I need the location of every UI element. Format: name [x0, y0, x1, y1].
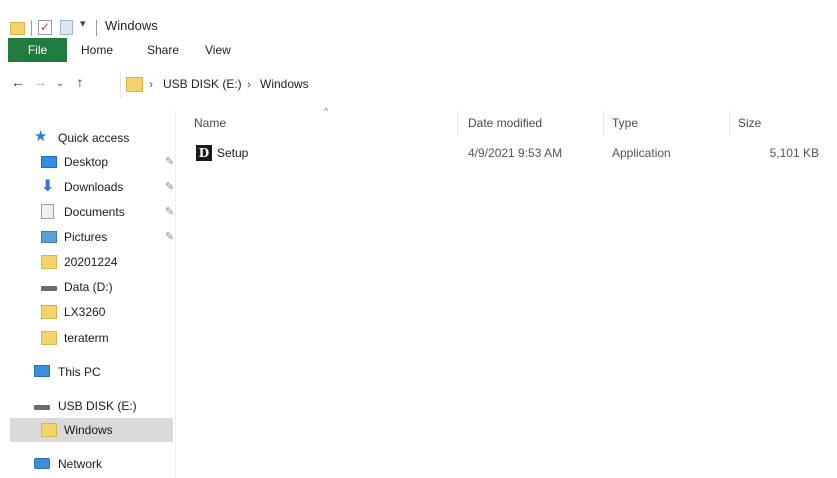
file-type: Application — [612, 146, 671, 160]
nav-item-teraterm[interactable]: teraterm — [10, 326, 173, 350]
toolbar-separator — [96, 20, 97, 36]
recent-locations-chevron-icon[interactable]: ⌄ — [50, 78, 70, 89]
desktop-icon — [41, 156, 57, 168]
nav-item-label: This PC — [58, 365, 101, 379]
nav-item-label: Downloads — [64, 180, 124, 194]
forward-arrow-icon[interactable]: → — [30, 74, 50, 90]
pin-icon: ✎ — [165, 156, 175, 168]
folder-icon — [41, 305, 57, 319]
nav-item-lx3260[interactable]: LX3260 — [10, 300, 173, 324]
nav-item-label: Windows — [64, 423, 113, 437]
breadcrumb-separator[interactable]: › — [247, 77, 251, 91]
properties-checkmark-icon[interactable]: ✓ — [38, 20, 52, 35]
new-document-icon[interactable] — [60, 20, 73, 35]
tab-view[interactable]: View — [193, 38, 243, 62]
nav-item-label: LX3260 — [64, 305, 106, 319]
nav-item-windows[interactable]: Windows — [10, 418, 173, 442]
customize-quick-access-dropdown[interactable]: ▾ — [80, 17, 86, 33]
network-icon — [34, 458, 50, 469]
file-row-setup[interactable]: D Setup 4/9/2021 9:53 AM Application 5,1… — [186, 142, 826, 164]
nav-item-this-pc[interactable]: This PC — [10, 360, 173, 384]
breadcrumb-windows[interactable]: Windows — [260, 77, 309, 91]
nav-item-documents[interactable]: Documents ✎ — [10, 200, 175, 224]
column-header-type[interactable]: Type — [604, 110, 730, 136]
column-header-name[interactable]: Name — [186, 110, 458, 136]
breadcrumb-usb-disk[interactable]: USB DISK (E:) — [163, 77, 242, 91]
address-row: ← → ⌄ ↑ › USB DISK (E:) › Windows — [0, 70, 837, 100]
nav-item-label: Desktop — [64, 155, 109, 169]
computer-icon — [34, 365, 50, 377]
application-icon: D — [196, 145, 212, 161]
breadcrumb-separator[interactable]: › — [149, 77, 153, 91]
nav-item-label: Network — [58, 457, 103, 471]
title-bar: ✓ ▾ Windows — [0, 0, 837, 36]
ribbon-tabs: File Home Share View — [0, 38, 837, 62]
nav-item-label: 20201224 — [64, 255, 118, 269]
pictures-icon — [41, 231, 57, 243]
file-list: ^ Name Date modified Type Size D Setup 4… — [176, 104, 837, 478]
nav-item-desktop[interactable]: Desktop ✎ — [10, 150, 175, 174]
documents-icon — [41, 204, 54, 219]
pin-icon: ✎ — [165, 231, 175, 243]
pin-icon: ✎ — [165, 181, 175, 193]
nav-item-label: USB DISK (E:) — [58, 399, 137, 413]
drive-icon — [41, 286, 57, 291]
pin-icon: ✎ — [165, 206, 175, 218]
file-name: Setup — [217, 146, 249, 160]
toolbar-separator — [31, 20, 32, 36]
address-bar[interactable]: › USB DISK (E:) › Windows — [120, 72, 837, 98]
folder-icon — [126, 77, 143, 92]
file-date-modified: 4/9/2021 9:53 AM — [468, 146, 563, 160]
window-title: Windows — [105, 18, 158, 33]
nav-item-usb-disk[interactable]: USB DISK (E:) — [10, 394, 173, 418]
star-icon: ★ — [34, 128, 48, 145]
nav-item-label: Documents — [64, 205, 125, 219]
up-arrow-icon[interactable]: ↑ — [70, 74, 90, 90]
tab-file[interactable]: File — [8, 38, 67, 62]
nav-item-pictures[interactable]: Pictures ✎ — [10, 225, 175, 249]
nav-item-data-d[interactable]: Data (D:) — [10, 275, 173, 299]
nav-item-downloads[interactable]: ⬇ Downloads ✎ — [10, 175, 175, 199]
nav-item-label: Data (D:) — [64, 280, 113, 294]
file-size: 5,101 KB — [769, 146, 819, 160]
nav-item-quick-access[interactable]: ★ Quick access — [10, 126, 173, 150]
column-header-size[interactable]: Size — [730, 110, 824, 136]
nav-item-label: Quick access — [58, 131, 130, 145]
nav-item-label: Pictures — [64, 230, 108, 244]
folder-icon — [41, 423, 57, 437]
folder-icon[interactable] — [10, 22, 25, 35]
nav-item-network[interactable]: Network — [10, 452, 173, 476]
nav-item-20201224[interactable]: 20201224 — [10, 250, 173, 274]
back-arrow-icon[interactable]: ← — [8, 74, 28, 90]
nav-item-label: teraterm — [64, 331, 109, 345]
tab-share[interactable]: Share — [135, 38, 191, 62]
tab-home[interactable]: Home — [69, 38, 125, 62]
download-arrow-icon: ⬇ — [41, 178, 55, 195]
drive-icon — [34, 405, 50, 410]
folder-icon — [41, 255, 57, 269]
navigation-pane: ★ Quick access Desktop ✎ ⬇ Downloads ✎ D… — [0, 110, 176, 478]
folder-icon — [41, 331, 57, 345]
column-header-date-modified[interactable]: Date modified — [460, 110, 604, 136]
